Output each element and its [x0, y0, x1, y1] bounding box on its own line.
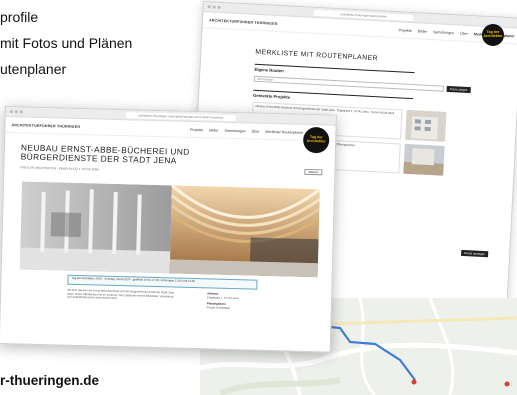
map-pin-icon[interactable]	[411, 379, 417, 385]
nav-item-ueber[interactable]: Über	[252, 129, 260, 133]
site-brand[interactable]: ARCHITEKTURFÜHRER THÜRINGEN	[11, 123, 80, 129]
address-bar[interactable]: architektur-thueringen.de/projekte/neuba…	[125, 112, 236, 122]
window-controls[interactable]	[9, 110, 23, 114]
nav-item-sammlungen[interactable]: Sammlungen	[224, 128, 245, 133]
nav-item-bilder[interactable]: Bilder	[209, 128, 218, 132]
event-info-box: Tag der Architektur 2024 · Sonntag, 08.0…	[67, 274, 258, 290]
nav-item-merkliste[interactable]: Merkliste/ Routenplaner	[265, 129, 303, 134]
nav-item-projekte[interactable]: Projekte	[399, 28, 412, 33]
logo-text: Tag der Architektur	[483, 30, 503, 38]
screenshot-stage: profile mit Fotos und Plänen utenplaner …	[0, 0, 517, 395]
project-description: Mit dem Neubau der Ernst-Abbe-Bücherei u…	[66, 287, 175, 301]
intro-line-2: mit Fotos und Plänen	[0, 35, 133, 51]
map-pin-icon[interactable]	[504, 381, 510, 387]
nav-item-sammlungen[interactable]: Sammlungen	[433, 30, 454, 35]
route-search-button[interactable]: Route zeigen	[446, 85, 471, 94]
tag-der-architektur-logo[interactable]: Tag der Architektur	[482, 24, 504, 46]
meta-value-address: Engelplatz 1, 07743 Jena	[207, 294, 239, 300]
domain-text: r-thueringen.de	[0, 373, 100, 388]
meta-value-planer: Freyler Architekten	[206, 305, 231, 310]
saved-project-thumbnail	[405, 109, 447, 142]
project-meta: Adresse Engelplatz 1, 07743 Jena Planung…	[206, 291, 263, 311]
project-title: NEUBAU ERNST-ABBE-BÜCHEREI UND BÜRGERDIE…	[21, 142, 323, 169]
nav-item-bilder[interactable]: Bilder	[418, 29, 427, 33]
intro-line-1: profile	[0, 9, 39, 25]
site-brand[interactable]: ARCHITEKTURFÜHRER THÜRINGEN	[209, 18, 278, 26]
saved-project-thumbnail	[403, 143, 445, 176]
intro-line-3: utenplaner	[0, 61, 67, 77]
nav-item-ueber[interactable]: Über	[460, 31, 468, 35]
project-hero-image[interactable]	[19, 181, 320, 278]
route-search-input[interactable]: Ort/Adresse	[253, 75, 444, 92]
intro-text: profile mit Fotos und Plänen utenplaner	[0, 4, 132, 82]
merken-button[interactable]: Merken	[304, 168, 323, 176]
window-controls[interactable]	[207, 5, 221, 9]
route-anzeigen-button[interactable]: Route anzeigen	[461, 249, 489, 258]
nav-item-projekte[interactable]: Projekte	[190, 127, 203, 131]
project-window: architektur-thueringen.de/projekte/neuba…	[0, 106, 337, 353]
logo-text: Tag der Architektur	[306, 134, 326, 144]
